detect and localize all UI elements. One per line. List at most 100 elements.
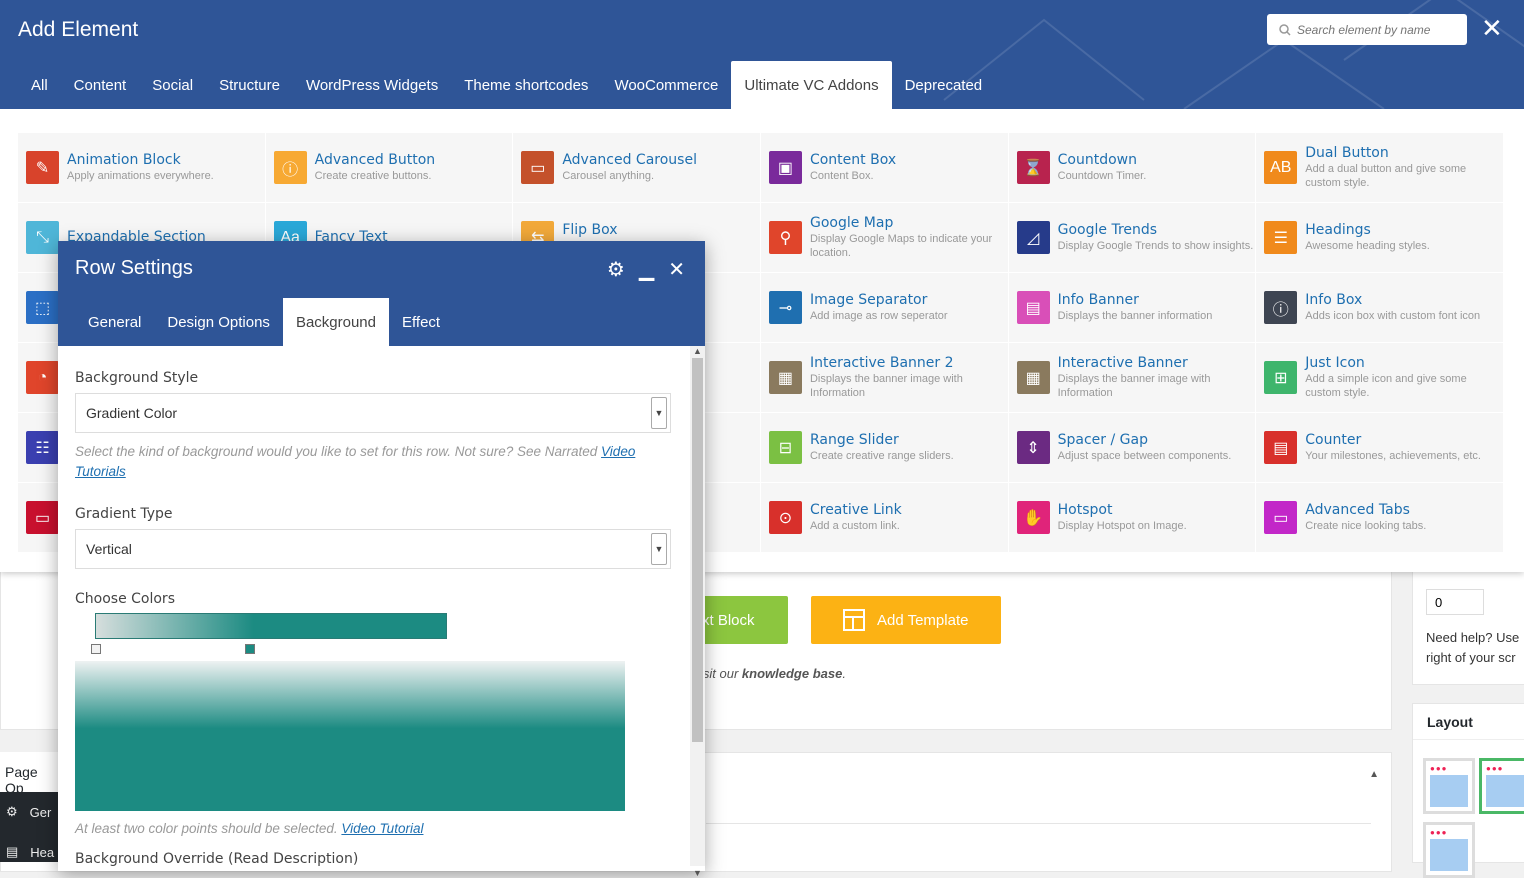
element-item[interactable]: ▦ Interactive Banner Displays the banner i… — [1008, 343, 1257, 413]
tab-wordpress-widgets[interactable]: WordPress Widgets — [293, 61, 451, 109]
element-item[interactable]: ⌛ Countdown Countdown Timer. — [1008, 133, 1257, 203]
element-item[interactable]: ⊙ Creative Link Add a custom link. — [760, 483, 1009, 553]
tab-design-options[interactable]: Design Options — [154, 298, 283, 346]
side-number-input[interactable] — [1426, 589, 1484, 615]
chevron-down-icon: ▼ — [651, 397, 667, 429]
element-icon: ⇕ — [1016, 431, 1050, 464]
minimize-icon[interactable]: ▁ — [639, 257, 654, 282]
element-item[interactable]: ⊟ Range Slider Create creative range slide… — [760, 413, 1009, 483]
element-text: Google Map Display Google Maps to indicat… — [810, 215, 1008, 260]
tab-social[interactable]: Social — [139, 61, 206, 109]
element-text: Interactive Banner Displays the banner im… — [1058, 355, 1256, 400]
layout-option-boxed[interactable]: ●●● — [1423, 822, 1475, 878]
element-icon: ▭ — [1264, 501, 1298, 534]
caret-up-icon[interactable]: ▲ — [1369, 769, 1379, 780]
background-style-value: Gradient Color — [86, 405, 178, 421]
element-text: Dual Button Add a dual button and give so… — [1305, 145, 1503, 190]
tab-theme-shortcodes[interactable]: Theme shortcodes — [451, 61, 601, 109]
element-icon: ⊟ — [768, 431, 802, 464]
element-item[interactable]: ⇕ Spacer / Gap Adjust space between compon… — [1008, 413, 1257, 483]
element-name: Google Trends — [1057, 222, 1158, 238]
page-options-item-general[interactable]: ⚙ Ger — [0, 792, 58, 832]
row-settings-modal: Row Settings ⚙ ▁ ✕ General Design Options… — [58, 241, 705, 878]
element-icon: ⊞ — [1264, 361, 1298, 394]
close-icon[interactable]: ✕ — [668, 257, 685, 282]
tab-deprecated[interactable]: Deprecated — [892, 61, 996, 109]
element-item[interactable]: ☰ Headings Awesome heading styles. — [1256, 203, 1504, 273]
element-item[interactable]: ▤ Info Banner Displays the banner informat… — [1008, 273, 1257, 343]
layout-pane — [1430, 775, 1468, 807]
layout-option-full[interactable]: ●●● — [1423, 758, 1475, 814]
scrollbar[interactable]: ▲ ▼ — [690, 346, 705, 878]
element-description: Display Hotspot on Image. — [1057, 520, 1187, 532]
element-item[interactable]: ⓘ Advanced Button Create creative buttons. — [265, 133, 514, 203]
background-style-help: Select the kind of background would you … — [75, 442, 665, 482]
search-input[interactable] — [1297, 22, 1457, 37]
search-icon — [1279, 23, 1291, 36]
layout-option-sidebar[interactable]: ●●● — [1479, 758, 1524, 814]
gradient-type-select[interactable]: Vertical ▼ — [75, 529, 671, 569]
add-template-button[interactable]: Add Template — [811, 596, 1001, 644]
element-item[interactable]: ▦ Interactive Banner 2 Displays the banner… — [760, 343, 1009, 413]
add-element-tabs: All Content Social Structure WordPress Widge… — [18, 61, 995, 109]
side-help-text: Need help? Use right of your scr — [1426, 628, 1519, 668]
page-options-sidebar: Page Op ⚙ Ger ▤ Hea — [0, 752, 58, 862]
tab-content[interactable]: Content — [61, 61, 140, 109]
element-text: Range Slider Create creative range slider… — [810, 432, 954, 463]
tab-general[interactable]: General — [75, 298, 154, 346]
element-name: Creative Link — [809, 502, 902, 518]
element-description: Create nice looking tabs. — [1305, 520, 1427, 532]
knowledge-base-link[interactable]: knowledge base — [742, 666, 842, 681]
element-description: Awesome heading styles. — [1305, 240, 1430, 252]
scroll-up-icon[interactable]: ▲ — [693, 346, 702, 356]
row-settings-tabs: General Design Options Background Effect — [75, 298, 453, 346]
element-item[interactable]: ▭ Advanced Tabs Create nice looking tabs. — [1256, 483, 1504, 553]
element-text: Advanced Tabs Create nice looking tabs. — [1305, 502, 1426, 533]
element-item[interactable]: ▭ Advanced Carousel Carousel anything. — [513, 133, 761, 203]
background-style-label: Background Style — [75, 370, 199, 386]
element-item[interactable]: ⚲ Google Map Display Google Maps to indica… — [760, 203, 1009, 273]
element-name: Interactive Banner 2 — [809, 355, 954, 371]
element-item[interactable]: ▣ Content Box Content Box. — [760, 133, 1009, 203]
gear-icon[interactable]: ⚙ — [607, 257, 625, 282]
element-icon: ▭ — [26, 501, 59, 534]
search-box[interactable] — [1267, 14, 1467, 45]
divider — [706, 823, 1371, 824]
element-item[interactable]: ✎ Animation Block Apply animations everywh… — [18, 133, 266, 203]
element-text: Google Trends Display Google Trends to sh… — [1058, 222, 1254, 253]
tab-effect[interactable]: Effect — [389, 298, 453, 346]
tab-ultimate-vc-addons[interactable]: Ultimate VC Addons — [731, 61, 892, 109]
scroll-down-icon[interactable]: ▼ — [693, 868, 702, 878]
element-item[interactable]: ▤ Counter Your milestones, achievements, e… — [1256, 413, 1504, 483]
gear-icon: ⚙ — [6, 804, 18, 819]
element-icon: ▦ — [1016, 361, 1050, 394]
gradient-stop-start[interactable] — [91, 644, 101, 654]
tab-background[interactable]: Background — [282, 298, 389, 346]
element-name: Info Banner — [1057, 292, 1139, 308]
tab-all[interactable]: All — [18, 61, 61, 109]
header-icon: ▤ — [6, 844, 19, 859]
element-item[interactable]: AB Dual Button Add a dual button and give … — [1256, 133, 1504, 203]
element-item[interactable]: ✋ Hotspot Display Hotspot on Image. — [1008, 483, 1257, 553]
video-tutorial-link[interactable]: Video Tutorial — [341, 821, 423, 836]
gradient-bar[interactable] — [95, 613, 447, 639]
close-icon[interactable]: ✕ — [1481, 14, 1503, 42]
tab-structure[interactable]: Structure — [206, 61, 293, 109]
element-item[interactable]: ⓘ Info Box Adds icon box with custom font … — [1256, 273, 1504, 343]
element-item[interactable]: ◿ Google Trends Display Google Trends to s… — [1008, 203, 1257, 273]
element-text: Interactive Banner 2 Displays the banner … — [810, 355, 1008, 400]
tab-woocommerce[interactable]: WooCommerce — [601, 61, 731, 109]
gradient-stop-end[interactable] — [245, 644, 255, 654]
element-name: Flip Box — [562, 222, 618, 238]
element-name: Animation Block — [67, 152, 181, 168]
element-item[interactable]: ⊞ Just Icon Add a simple icon and give som… — [1256, 343, 1504, 413]
element-item[interactable]: ⊸ Image Separator Add image as row seperat… — [760, 273, 1009, 343]
background-style-select[interactable]: Gradient Color ▼ — [75, 393, 671, 433]
scrollbar-thumb[interactable] — [692, 358, 703, 742]
text-block-label: xt Block — [702, 611, 755, 629]
page-options-item-header[interactable]: ▤ Hea — [0, 832, 58, 872]
element-description: Displays the banner information — [1057, 310, 1213, 322]
element-text: Creative Link Add a custom link. — [810, 502, 902, 533]
element-text: Spacer / Gap Adjust space between compone… — [1058, 432, 1232, 463]
row-settings-body: Background Style Gradient Color ▼ Select… — [58, 346, 690, 866]
